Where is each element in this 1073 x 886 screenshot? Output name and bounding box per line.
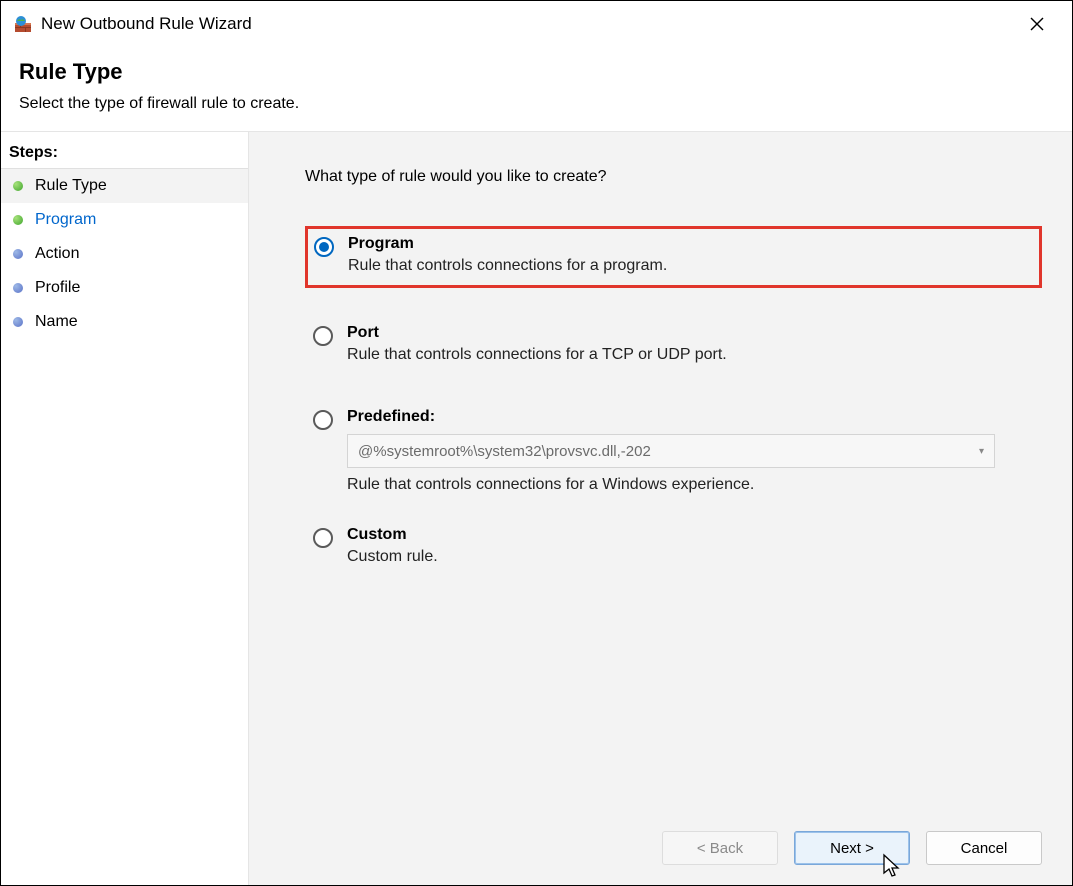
- step-bullet-icon: [13, 181, 23, 191]
- close-button[interactable]: [1014, 1, 1060, 47]
- radio-program[interactable]: [314, 237, 334, 257]
- step-rule-type[interactable]: Rule Type: [1, 169, 248, 203]
- radio-custom[interactable]: [313, 528, 333, 548]
- option-desc: Rule that controls connections for a pro…: [348, 257, 1031, 275]
- option-desc: Rule that controls connections for a TCP…: [347, 346, 1032, 364]
- chevron-down-icon: ▾: [979, 446, 984, 457]
- step-profile[interactable]: Profile: [1, 271, 248, 305]
- next-button[interactable]: Next >: [794, 831, 910, 865]
- step-bullet-icon: [13, 215, 23, 225]
- combo-value: @%systemroot%\system32\provsvc.dll,-202: [358, 443, 651, 460]
- firewall-icon: [13, 14, 33, 34]
- option-port[interactable]: Port Rule that controls connections for …: [305, 316, 1042, 376]
- step-name[interactable]: Name: [1, 305, 248, 339]
- option-body: Predefined: @%systemroot%\system32\provs…: [347, 408, 1032, 494]
- option-body: Program Rule that controls connections f…: [348, 235, 1031, 275]
- step-bullet-icon: [13, 249, 23, 259]
- option-title: Program: [348, 235, 1031, 253]
- back-button: < Back: [662, 831, 778, 865]
- step-label: Rule Type: [35, 177, 107, 195]
- close-icon: [1030, 17, 1044, 31]
- step-label: Program: [35, 211, 96, 229]
- option-body: Custom Custom rule.: [347, 526, 1032, 566]
- step-label: Action: [35, 245, 79, 263]
- cancel-button[interactable]: Cancel: [926, 831, 1042, 865]
- option-title: Predefined:: [347, 408, 1032, 426]
- option-program[interactable]: Program Rule that controls connections f…: [305, 226, 1042, 288]
- window-title: New Outbound Rule Wizard: [41, 14, 1014, 34]
- wizard-main: What type of rule would you like to crea…: [249, 132, 1072, 885]
- steps-heading: Steps:: [1, 138, 248, 169]
- option-desc: Custom rule.: [347, 548, 1032, 566]
- step-bullet-icon: [13, 283, 23, 293]
- page-title: Rule Type: [19, 59, 1054, 85]
- wizard-window: New Outbound Rule Wizard Rule Type Selec…: [0, 0, 1073, 886]
- steps-sidebar: Steps: Rule Type Program Action Profile …: [1, 132, 249, 885]
- wizard-footer: < Back Next > Cancel: [662, 831, 1042, 865]
- step-bullet-icon: [13, 317, 23, 327]
- step-label: Name: [35, 313, 78, 331]
- option-predefined[interactable]: Predefined: @%systemroot%\system32\provs…: [305, 400, 1042, 494]
- option-custom[interactable]: Custom Custom rule.: [305, 518, 1042, 578]
- rule-type-options: Program Rule that controls connections f…: [305, 226, 1042, 578]
- question-text: What type of rule would you like to crea…: [305, 168, 1042, 186]
- option-title: Port: [347, 324, 1032, 342]
- wizard-header: Rule Type Select the type of firewall ru…: [1, 47, 1072, 131]
- step-label: Profile: [35, 279, 80, 297]
- step-program[interactable]: Program: [1, 203, 248, 237]
- radio-port[interactable]: [313, 326, 333, 346]
- option-body: Port Rule that controls connections for …: [347, 324, 1032, 364]
- wizard-body: Steps: Rule Type Program Action Profile …: [1, 132, 1072, 885]
- radio-predefined[interactable]: [313, 410, 333, 430]
- predefined-combo[interactable]: @%systemroot%\system32\provsvc.dll,-202 …: [347, 434, 995, 468]
- option-desc: Rule that controls connections for a Win…: [347, 476, 1032, 494]
- page-subtitle: Select the type of firewall rule to crea…: [19, 95, 1054, 113]
- step-action[interactable]: Action: [1, 237, 248, 271]
- titlebar: New Outbound Rule Wizard: [1, 1, 1072, 47]
- option-title: Custom: [347, 526, 1032, 544]
